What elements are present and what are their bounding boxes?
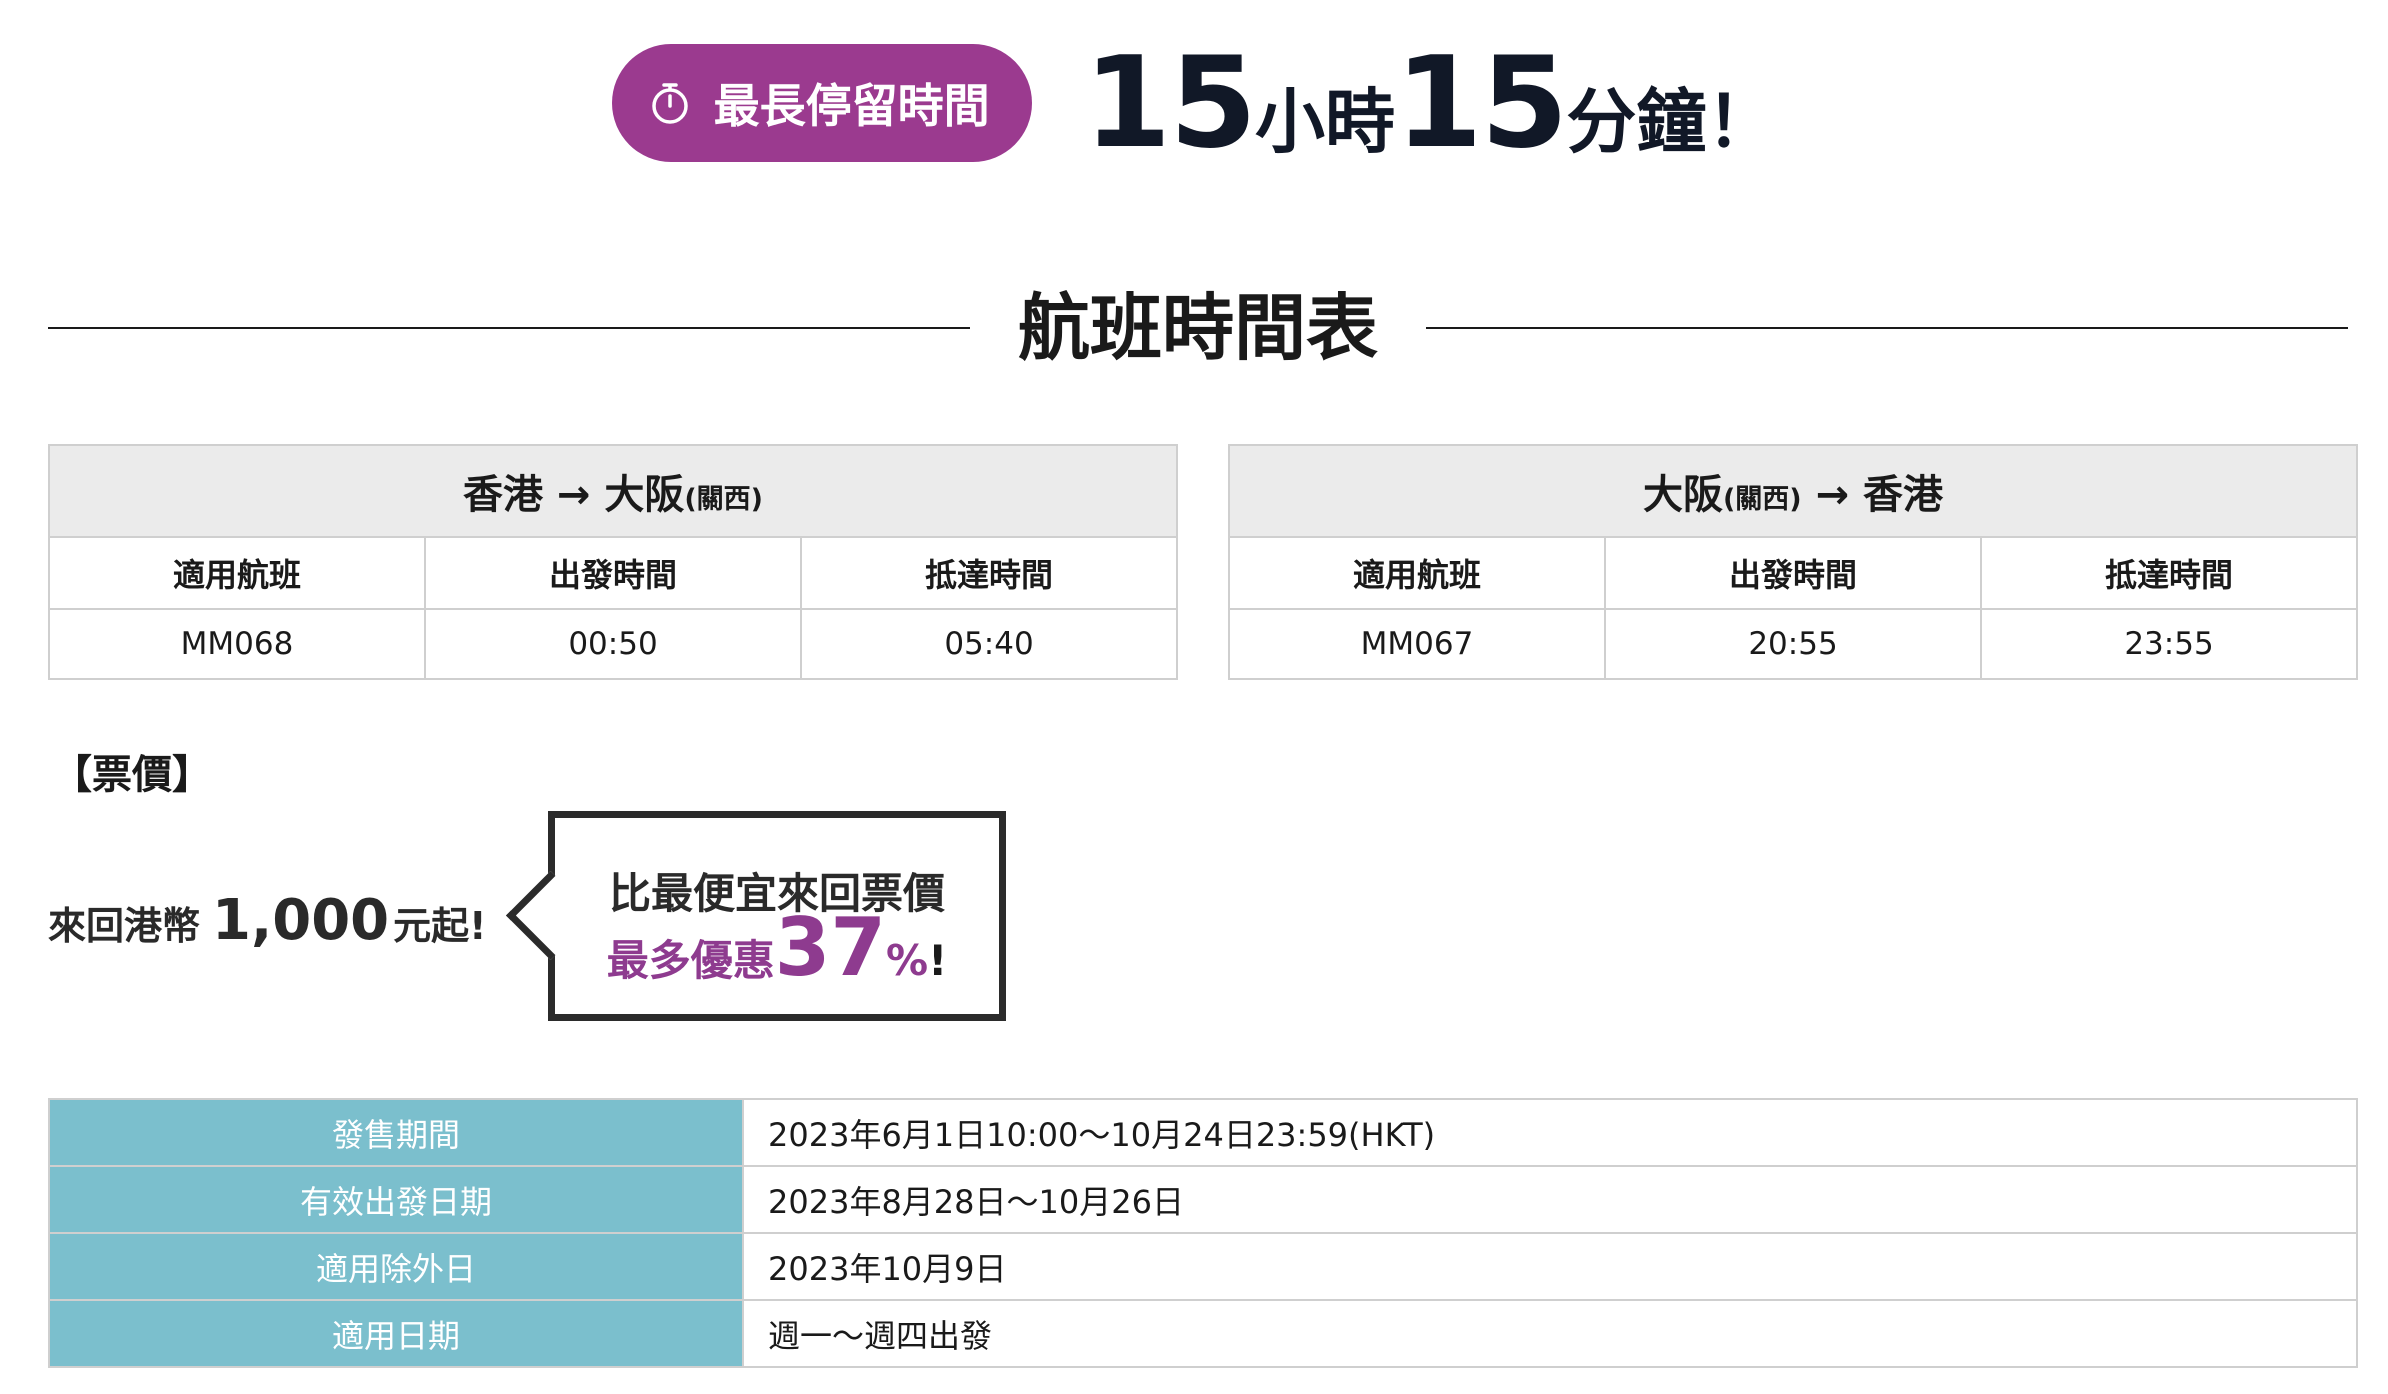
column-header-flight: 適用航班 <box>1228 536 1606 610</box>
sale-period-value: 2023年6月1日10:00～10月24日23:59(HKT) <box>742 1098 2358 1167</box>
sale-period-label: 發售期間 <box>48 1098 744 1167</box>
fare-prefix: 來回港幣 <box>48 904 201 948</box>
schedule-section-title: 航班時間表 <box>48 286 2349 370</box>
schedule-table-return: 大阪(關西) → 香港 適用航班 出發時間 抵達時間 MM067 20:55 2… <box>1228 444 2358 680</box>
column-header-arrival: 抵達時間 <box>1980 536 2358 610</box>
duration-minutes: 15 <box>1395 29 1568 176</box>
route-arrow: → <box>1815 472 1850 518</box>
column-header-arrival: 抵達時間 <box>800 536 1178 610</box>
route-header-return: 大阪(關西) → 香港 <box>1228 444 2358 538</box>
title-divider-right <box>1426 327 2349 329</box>
route-destination-note: (關西) <box>684 484 764 515</box>
duration-hours: 15 <box>1083 29 1257 176</box>
flight-number: MM067 <box>1228 608 1606 680</box>
schedule-table-outbound: 香港 → 大阪(關西) 適用航班 出發時間 抵達時間 MM068 00:50 0… <box>48 444 1178 680</box>
route-destination: 香港 <box>1863 472 1944 518</box>
route-destination: 大阪 <box>604 472 685 518</box>
discount-callout: 比最便宜來回票價 最多優惠37%! <box>505 811 1006 1021</box>
table-row: MM067 20:55 23:55 <box>1228 608 2358 680</box>
arrival-time: 23:55 <box>1980 608 2358 680</box>
blackout-date-label: 適用除外日 <box>48 1232 744 1301</box>
column-header-departure: 出發時間 <box>1604 536 1982 610</box>
discount-exclaim: ! <box>928 936 948 985</box>
table-row: MM068 00:50 05:40 <box>48 608 1178 680</box>
departure-time: 20:55 <box>1604 608 1982 680</box>
stay-duration: 15 小時 15 分鐘！ <box>1084 40 1777 166</box>
fare-heading: 【票價】 <box>52 752 212 798</box>
duration-minutes-unit: 分鐘！ <box>1566 81 1777 163</box>
schedule-title: 航班時間表 <box>1018 286 1379 370</box>
route-header-outbound: 香港 → 大阪(關西) <box>48 444 1178 538</box>
fare-conditions-table: 發售期間 2023年6月1日10:00～10月24日23:59(HKT) 有效出… <box>48 1098 2358 1368</box>
fare-amount: 1,000 <box>212 888 390 953</box>
route-origin: 香港 <box>462 472 543 518</box>
column-header-flight: 適用航班 <box>48 536 426 610</box>
fare-price: 來回港幣 1,000 元起! <box>48 888 487 953</box>
stay-duration-banner: 最長停留時間 15 小時 15 分鐘！ <box>0 40 2388 166</box>
page: 最長停留時間 15 小時 15 分鐘！ 航班時間表 香港 → 大阪(關西) 適用… <box>0 0 2388 1394</box>
percent-sign: % <box>886 936 929 985</box>
departure-time: 00:50 <box>424 608 802 680</box>
applicable-days-value: 週一～週四出發 <box>742 1299 2358 1368</box>
stopwatch-icon <box>651 83 688 124</box>
table-row: 有效出發日期 2023年8月28日～10月26日 <box>48 1165 2358 1234</box>
duration-hours-unit: 小時 <box>1255 81 1395 163</box>
table-row: 適用除外日 2023年10月9日 <box>48 1232 2358 1301</box>
column-header-departure: 出發時間 <box>424 536 802 610</box>
route-origin: 大阪 <box>1642 472 1723 518</box>
table-row: 發售期間 2023年6月1日10:00～10月24日23:59(HKT) <box>48 1098 2358 1167</box>
travel-period-value: 2023年8月28日～10月26日 <box>742 1165 2358 1234</box>
max-stay-label: 最長停留時間 <box>713 79 990 133</box>
applicable-days-label: 適用日期 <box>48 1299 744 1368</box>
discount-label: 最多優惠 <box>606 936 775 985</box>
fare-suffix: 元起! <box>393 904 487 948</box>
arrival-time: 05:40 <box>800 608 1178 680</box>
title-divider-left <box>48 327 970 329</box>
travel-period-label: 有效出發日期 <box>48 1165 744 1234</box>
route-arrow: → <box>556 472 591 518</box>
blackout-date-value: 2023年10月9日 <box>742 1232 2358 1301</box>
discount-percent: 37 <box>774 901 887 994</box>
discount-line: 最多優惠37%! <box>555 908 999 988</box>
max-stay-badge: 最長停留時間 <box>611 44 1032 162</box>
flight-number: MM068 <box>48 608 426 680</box>
route-origin-note: (關西) <box>1722 484 1802 515</box>
table-row: 適用日期 週一～週四出發 <box>48 1299 2358 1368</box>
